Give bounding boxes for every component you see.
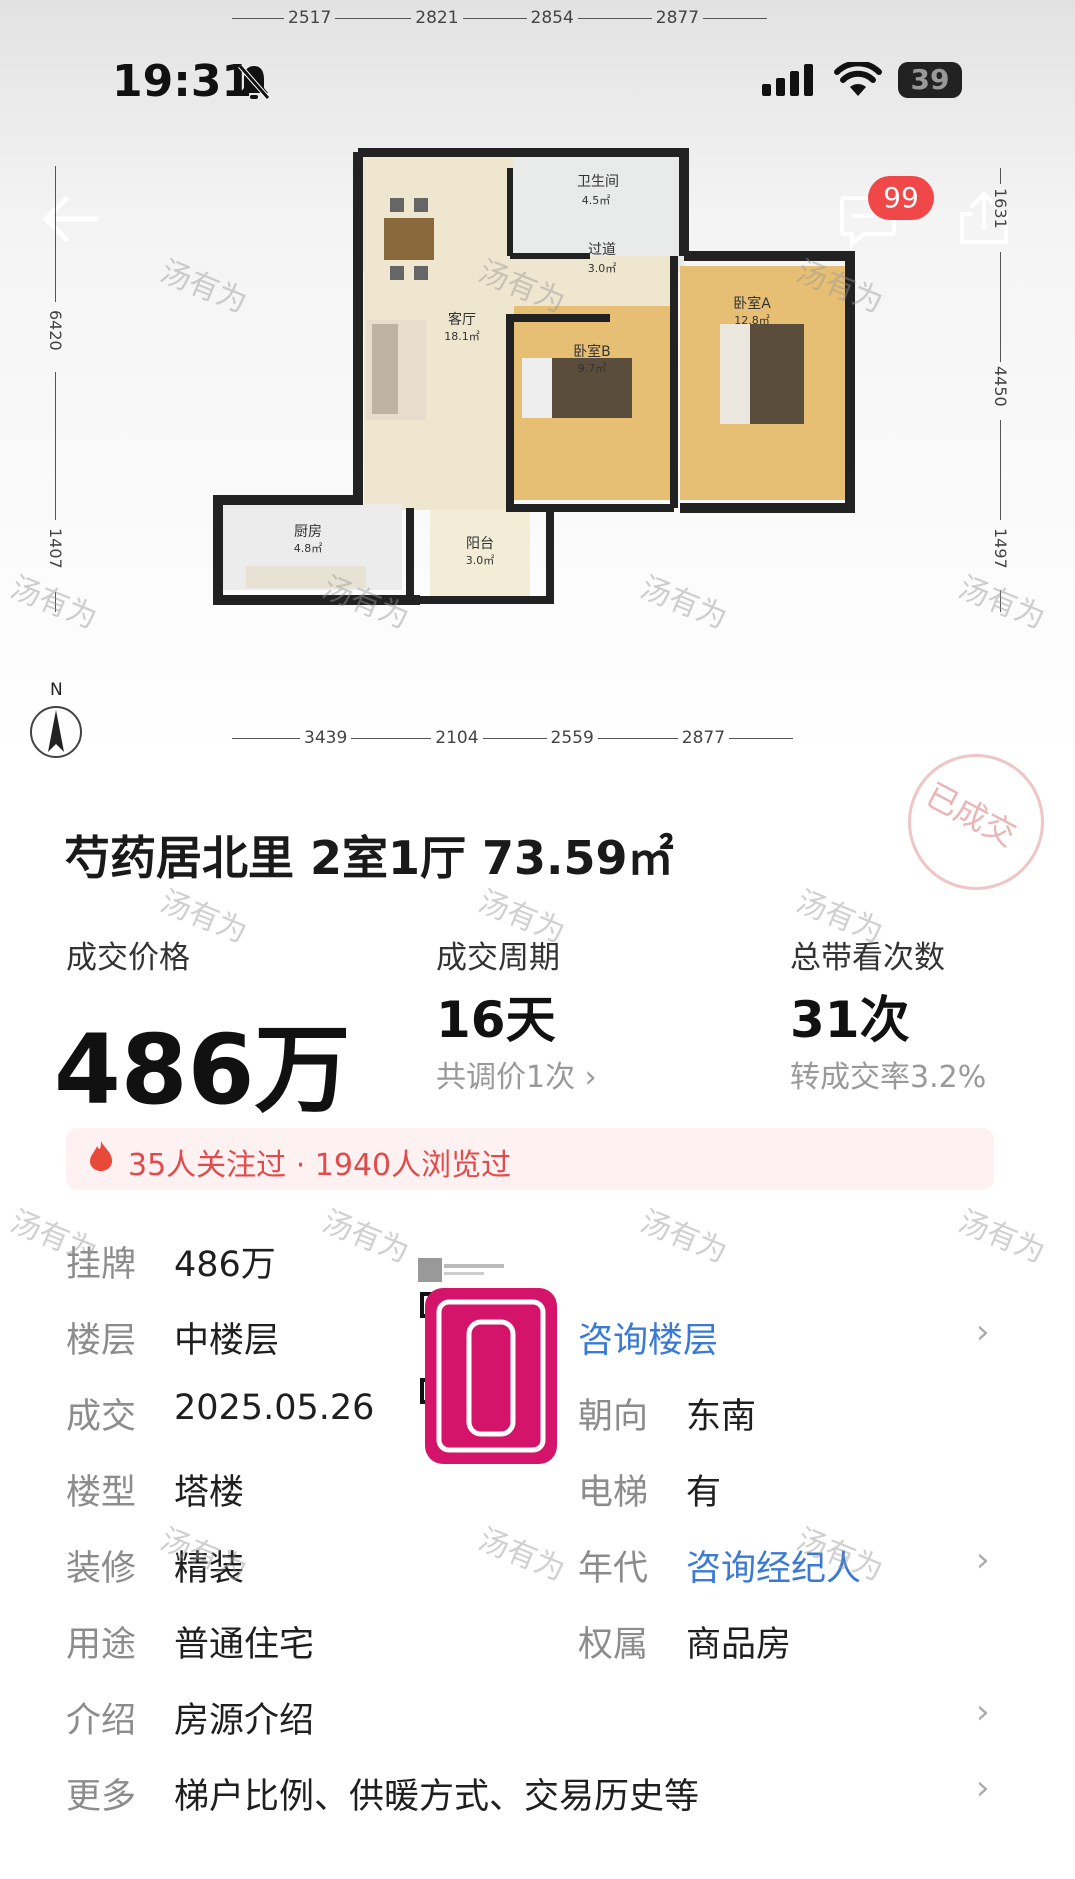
top-dim: 2821 — [415, 8, 459, 28]
deal-price: 486万 — [54, 1014, 351, 1126]
more-value[interactable]: 梯户比例、供暖方式、交易历史等 — [174, 1768, 699, 1819]
price-adjust-link[interactable]: 共调价1次 › — [436, 1052, 597, 1096]
room-area: 3.0㎡ — [466, 554, 495, 567]
app-screen: 2517 2821 2854 2877 19:31 39 99 6420 140… — [0, 0, 1075, 1879]
chevron-right-icon[interactable]: › — [976, 1312, 990, 1352]
year-label: 年代 — [578, 1549, 649, 1589]
chevron-right-icon[interactable]: › — [976, 1768, 990, 1808]
elevator-value: 有 — [686, 1473, 722, 1513]
bottom-dim: 3439 — [304, 728, 348, 748]
right-dim-line — [1000, 420, 1001, 520]
compass: N — [28, 680, 88, 760]
room-label: 卧室A — [733, 295, 771, 312]
fire-icon — [90, 1141, 112, 1171]
deal-date: 2025.05.26 — [174, 1388, 375, 1428]
views-value: 31次 — [790, 991, 910, 1049]
left-dim: 6420 — [46, 310, 65, 351]
bottom-dimension-bar: 3439 2104 2559 2877 — [232, 728, 794, 748]
cycle-value: 16天 — [436, 991, 556, 1049]
wifi-icon — [834, 62, 882, 96]
bottom-dim: 2877 — [681, 728, 726, 748]
chevron-right-icon[interactable]: › — [976, 1692, 990, 1732]
room-area: 4.5㎡ — [582, 194, 611, 207]
intro-value[interactable]: 房源介绍 — [174, 1692, 314, 1743]
room-area: 12.8㎡ — [734, 314, 770, 327]
bell-muted-icon — [238, 64, 270, 100]
chevron-right-icon[interactable]: › — [976, 1540, 990, 1580]
compass-north-label: N — [50, 680, 63, 700]
back-arrow-icon[interactable] — [40, 194, 100, 244]
listed-value: 486万 — [174, 1245, 276, 1285]
ownership-value: 商品房 — [686, 1625, 792, 1665]
elevator-label: 电梯 — [578, 1473, 649, 1513]
listing-title: 芍药居北里 2室1厅 73.59㎡ — [64, 831, 674, 885]
right-dim: 4450 — [991, 366, 1010, 407]
orientation-value: 东南 — [686, 1397, 757, 1437]
attention-text: 35人关注过 · 1940人浏览过 — [128, 1148, 512, 1183]
status-time: 19:31 — [112, 56, 253, 107]
intro-label: 介绍 — [66, 1701, 137, 1741]
bottom-dim: 2104 — [435, 728, 479, 748]
room-area: 9.7㎡ — [578, 362, 607, 375]
room-area: 3.0㎡ — [588, 262, 617, 275]
room-label: 过道 — [588, 242, 616, 258]
room-area: 18.1㎡ — [444, 330, 480, 343]
left-dim-line — [55, 166, 56, 302]
room-label: 厨房 — [294, 524, 322, 540]
right-dim-line — [1000, 168, 1001, 184]
conversion-rate: 转成交率3.2% — [790, 1060, 987, 1095]
ownership-label: 权属 — [578, 1625, 649, 1665]
message-count-badge: 99 — [868, 176, 934, 220]
floor-value: 中楼层 — [174, 1321, 280, 1361]
price-label: 成交价格 — [66, 940, 190, 976]
cell-signal-icon — [762, 64, 813, 96]
status-bar: 19:31 39 — [0, 52, 1075, 112]
decoration-label: 装修 — [66, 1549, 137, 1589]
room-label: 卫生间 — [577, 174, 619, 190]
consult-floor-link[interactable]: 咨询楼层 — [578, 1312, 718, 1363]
room-label: 阳台 — [466, 536, 494, 552]
more-label: 更多 — [66, 1777, 137, 1817]
pink-overlay-block — [425, 1288, 557, 1464]
usage-label: 用途 — [66, 1625, 137, 1665]
room-label: 客厅 — [448, 311, 476, 328]
right-dim-line — [1000, 252, 1001, 362]
battery-indicator: 39 — [898, 62, 962, 98]
left-dim: 1407 — [46, 528, 65, 569]
top-dimension-bar: 2517 2821 2854 2877 — [232, 8, 768, 28]
top-dim: 2877 — [655, 8, 700, 28]
left-dim-line — [55, 372, 56, 520]
building-type-value: 塔楼 — [174, 1473, 245, 1513]
top-dim: 2517 — [288, 8, 332, 28]
room-area: 4.8㎡ — [294, 542, 323, 555]
orientation-label: 朝向 — [578, 1397, 649, 1437]
right-dim: 1497 — [991, 528, 1010, 569]
top-dim: 2854 — [530, 8, 574, 28]
usage-value: 普通住宅 — [174, 1625, 315, 1665]
right-dim: 1631 — [991, 188, 1010, 229]
deal-label: 成交 — [66, 1397, 137, 1437]
floor-label: 楼层 — [66, 1321, 137, 1361]
building-type-label: 楼型 — [66, 1473, 137, 1513]
floor-plan-drawing: 卫生间 4.5㎡ 过道 3.0㎡ 客厅 18.1㎡ 卧室A 12.8㎡ 卧室B … — [213, 148, 855, 605]
bottom-dim: 2559 — [550, 728, 594, 748]
compass-icon — [30, 706, 82, 758]
room-label: 卧室B — [573, 343, 611, 360]
